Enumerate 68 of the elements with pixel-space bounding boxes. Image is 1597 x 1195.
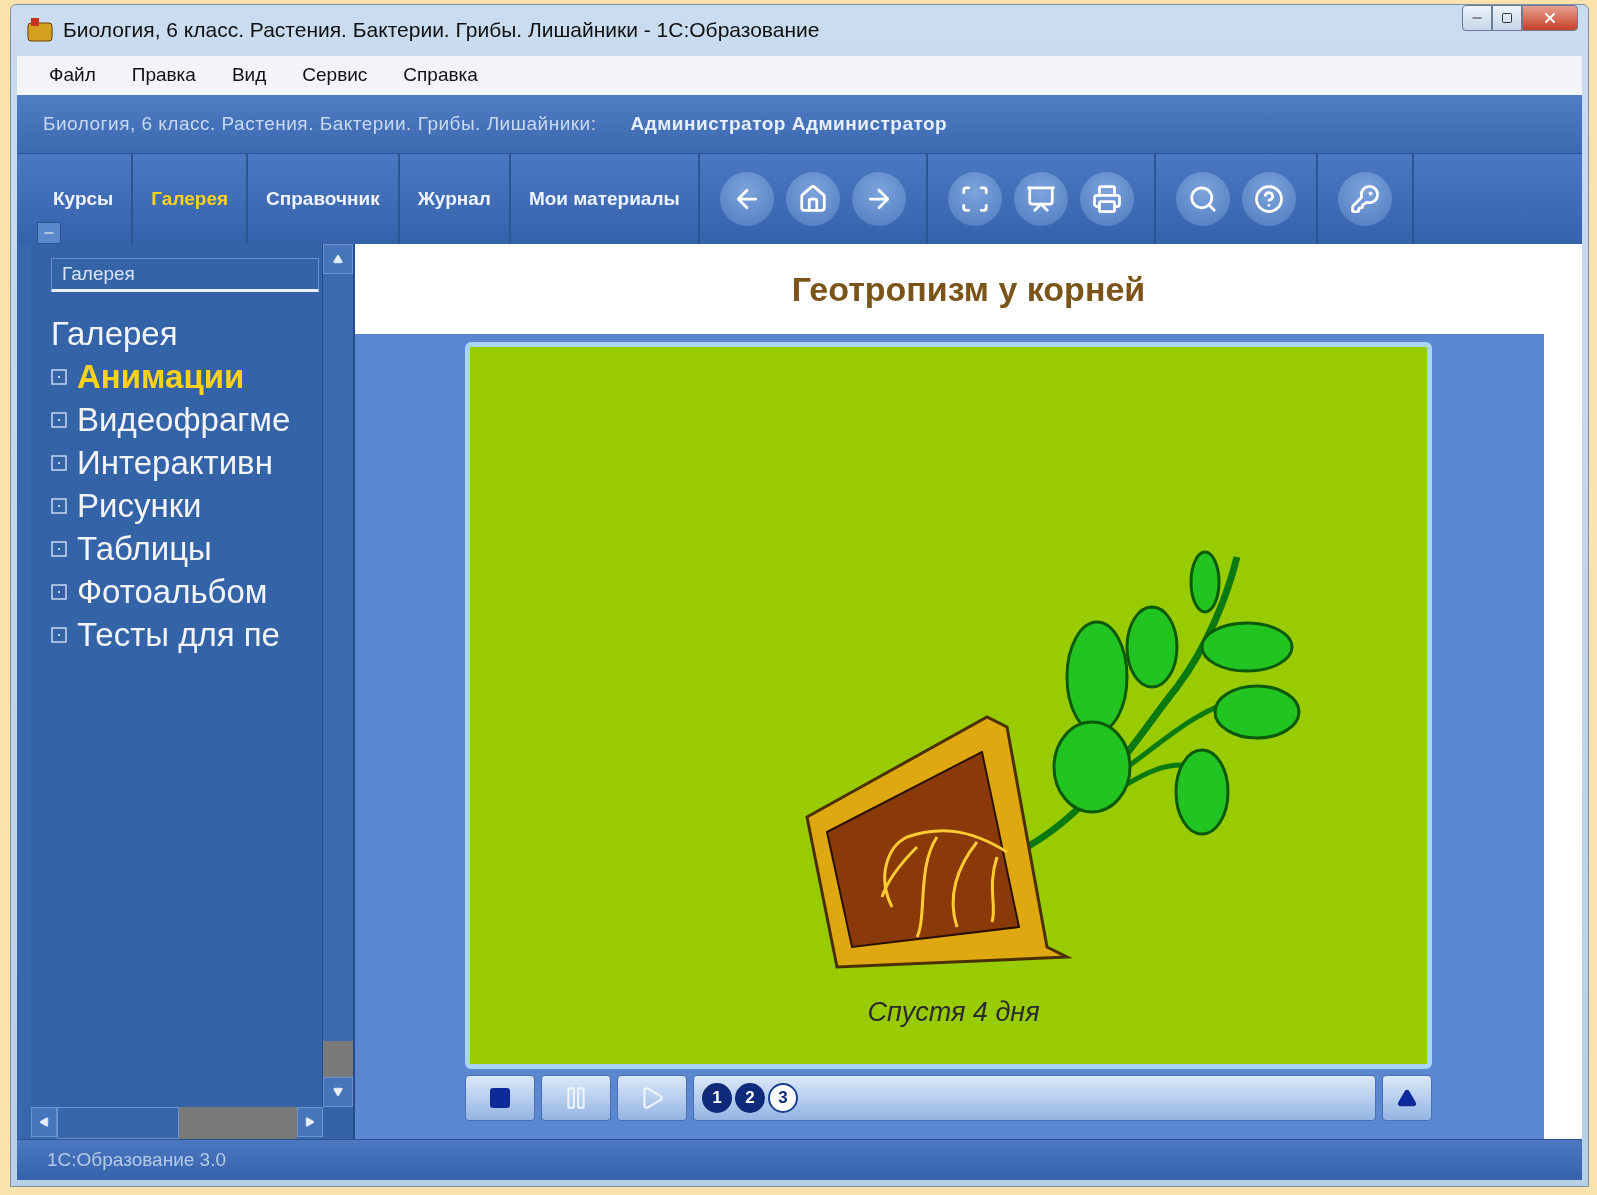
play-button[interactable] xyxy=(617,1075,687,1121)
expand-icon[interactable] xyxy=(51,626,67,643)
stop-icon xyxy=(488,1086,512,1110)
frame-step[interactable]: 3 xyxy=(768,1083,798,1113)
frame-step[interactable]: 2 xyxy=(735,1083,765,1113)
scroll-right-button[interactable] xyxy=(297,1107,323,1137)
tree-item[interactable]: Анимации xyxy=(51,355,322,398)
printer-button[interactable] xyxy=(1079,172,1134,226)
tree-item[interactable]: Рисунки xyxy=(51,484,322,527)
menu-item[interactable]: Правка xyxy=(113,64,214,87)
search-field[interactable]: Галерея xyxy=(51,258,319,292)
stop-button[interactable] xyxy=(465,1075,535,1121)
menu-item[interactable]: Файл xyxy=(31,64,114,87)
frame-button[interactable] xyxy=(947,172,1002,226)
key-button[interactable] xyxy=(1337,172,1392,226)
help-button[interactable] xyxy=(1241,172,1296,226)
course-title: Биология, 6 класс. Растения. Бактерии. Грибы. Лишайники: xyxy=(43,113,597,135)
key-icon xyxy=(1349,184,1380,214)
tree-item[interactable]: Таблицы xyxy=(51,527,322,570)
maximize-icon xyxy=(1501,12,1513,24)
scroll-down-button[interactable] xyxy=(323,1077,353,1107)
down-arrow-icon xyxy=(333,1087,343,1097)
scroll-thumb[interactable] xyxy=(57,1107,179,1139)
menu-item[interactable]: Вид xyxy=(213,64,285,87)
tree-item[interactable]: Интерактивн xyxy=(51,441,322,484)
expand-icon[interactable] xyxy=(51,454,67,471)
home-button[interactable] xyxy=(785,172,840,226)
tree-item[interactable]: Видеофрагме xyxy=(51,398,322,441)
search-button[interactable] xyxy=(1175,172,1230,226)
user-name: Администратор Администратор xyxy=(630,113,948,135)
help-icon xyxy=(1253,184,1284,214)
printer-icon xyxy=(1091,184,1122,214)
home-icon xyxy=(797,184,828,214)
right-arrow-icon xyxy=(305,1117,315,1127)
frame-step[interactable]: 1 xyxy=(702,1083,732,1113)
tree-root: Галерея xyxy=(51,314,179,354)
expand-icon[interactable] xyxy=(51,497,67,514)
frame-icon xyxy=(959,184,990,214)
tree-item[interactable]: Фотоальбом xyxy=(51,570,322,613)
close-button[interactable] xyxy=(1522,5,1578,31)
scroll-up-button[interactable] xyxy=(323,244,353,274)
minimize-button[interactable] xyxy=(1462,5,1492,31)
window-title: Биология, 6 класс. Растения. Бактерии. Грибы. Лишайники - 1С:Образование xyxy=(63,18,821,43)
page-title: Геотропизм у корней xyxy=(791,269,1146,309)
back-arrow-button[interactable] xyxy=(719,172,774,226)
up-arrow-icon xyxy=(333,254,343,264)
presentation-button[interactable] xyxy=(1013,172,1068,226)
menu-item[interactable]: Справка xyxy=(385,64,496,87)
expand-icon[interactable] xyxy=(51,368,67,385)
animation-caption: Спустя 4 дня xyxy=(867,997,1040,1028)
expand-icon[interactable] xyxy=(51,583,67,600)
menu-item[interactable]: Сервис xyxy=(284,64,386,87)
pause-button[interactable] xyxy=(541,1075,611,1121)
tree-item[interactable]: Тесты для пе xyxy=(51,613,322,656)
scroll-left-button[interactable] xyxy=(31,1107,57,1137)
maximize-button[interactable] xyxy=(1492,5,1522,31)
forward-arrow-button[interactable] xyxy=(851,172,906,226)
search-icon xyxy=(1187,184,1218,214)
up-triangle-icon xyxy=(1397,1088,1417,1108)
left-arrow-icon xyxy=(39,1117,49,1127)
collapse-button[interactable] xyxy=(37,222,61,244)
scroll-thumb[interactable] xyxy=(323,1041,353,1077)
expand-icon[interactable] xyxy=(51,411,67,428)
presentation-icon xyxy=(1025,184,1056,214)
status-text: 1С:Образование 3.0 xyxy=(47,1149,227,1171)
expand-icon[interactable] xyxy=(51,540,67,557)
close-icon xyxy=(1542,10,1558,26)
expand-up-button[interactable] xyxy=(1382,1075,1432,1121)
